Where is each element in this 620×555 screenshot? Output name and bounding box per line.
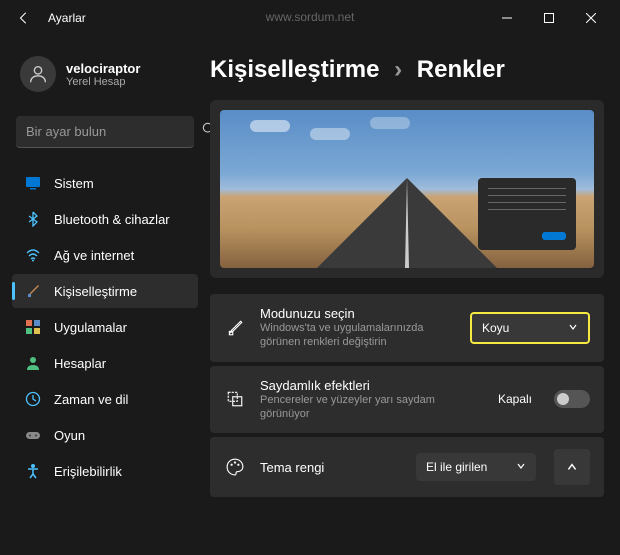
close-button[interactable]	[570, 2, 612, 34]
theme-preview	[210, 100, 604, 278]
wallpaper-preview	[220, 110, 594, 268]
user-type: Yerel Hesap	[66, 76, 140, 88]
sidebar-item-label: Bluetooth & cihazlar	[54, 212, 170, 227]
breadcrumb-parent[interactable]: Kişiselleştirme	[210, 56, 379, 83]
user-name: velociraptor	[66, 61, 140, 76]
main-content: Kişiselleştirme › Renkler Modunuzu seçi	[202, 36, 620, 555]
back-button[interactable]	[8, 2, 40, 34]
sidebar-item-label: Uygulamalar	[54, 320, 127, 335]
transparency-icon	[224, 388, 246, 410]
setting-desc: Windows'ta ve uygulamalarınızda görünen …	[260, 321, 456, 350]
bluetooth-icon	[24, 210, 42, 228]
palette-icon	[224, 456, 246, 478]
sidebar-item-gaming[interactable]: Oyun	[12, 418, 198, 452]
sidebar-item-time[interactable]: Zaman ve dil	[12, 382, 198, 416]
mini-window-preview	[478, 178, 576, 250]
setting-title: Modunuzu seçin	[260, 306, 456, 321]
dropdown-value: El ile girilen	[426, 460, 487, 474]
sidebar-item-accounts[interactable]: Hesaplar	[12, 346, 198, 380]
expand-button[interactable]	[554, 449, 590, 485]
nav: Sistem Bluetooth & cihazlar Ağ ve intern…	[12, 164, 202, 555]
transparency-toggle[interactable]	[554, 390, 590, 408]
sidebar-item-personalization[interactable]: Kişiselleştirme	[12, 274, 198, 308]
clock-icon	[24, 390, 42, 408]
toggle-state: Kapalı	[498, 392, 532, 406]
watermark: www.sordum.net	[266, 10, 355, 24]
sidebar-item-label: Oyun	[54, 428, 85, 443]
setting-transparency: Saydamlık efektleri Pencereler ve yüzeyl…	[210, 366, 604, 434]
sidebar-item-apps[interactable]: Uygulamalar	[12, 310, 198, 344]
chevron-down-icon	[516, 460, 526, 474]
app-title: Ayarlar	[48, 11, 86, 25]
sidebar-item-label: Hesaplar	[54, 356, 106, 371]
window-controls	[486, 2, 612, 34]
sidebar-item-bluetooth[interactable]: Bluetooth & cihazlar	[12, 202, 198, 236]
sidebar-item-network[interactable]: Ağ ve internet	[12, 238, 198, 272]
dropdown-value: Koyu	[482, 321, 509, 335]
chevron-down-icon	[568, 321, 578, 335]
search-box[interactable]	[16, 116, 194, 148]
search-input[interactable]	[26, 124, 202, 139]
setting-title: Saydamlık efektleri	[260, 378, 484, 393]
apps-icon	[24, 318, 42, 336]
chevron-right-icon: ›	[394, 56, 402, 83]
sidebar-item-label: Ağ ve internet	[54, 248, 134, 263]
sidebar-item-label: Kişiselleştirme	[54, 284, 137, 299]
monitor-icon	[24, 174, 42, 192]
setting-mode: Modunuzu seçin Windows'ta ve uygulamalar…	[210, 294, 604, 362]
sidebar-item-system[interactable]: Sistem	[12, 166, 198, 200]
sidebar: velociraptor Yerel Hesap Sistem Bluetoot…	[0, 36, 202, 555]
breadcrumb-current: Renkler	[417, 56, 505, 83]
setting-desc: Pencereler ve yüzeyler yarı saydam görün…	[260, 393, 484, 422]
person-icon	[24, 354, 42, 372]
avatar	[20, 56, 56, 92]
setting-accent: Tema rengi El ile girilen	[210, 437, 604, 497]
mode-dropdown[interactable]: Koyu	[470, 312, 590, 344]
sidebar-item-label: Erişilebilirlik	[54, 464, 122, 479]
sidebar-item-accessibility[interactable]: Erişilebilirlik	[12, 454, 198, 488]
brush-icon	[224, 317, 246, 339]
titlebar: Ayarlar www.sordum.net	[0, 0, 620, 36]
brush-icon	[24, 282, 42, 300]
gamepad-icon	[24, 426, 42, 444]
accessibility-icon	[24, 462, 42, 480]
sidebar-item-label: Zaman ve dil	[54, 392, 128, 407]
sidebar-item-label: Sistem	[54, 176, 94, 191]
setting-title: Tema rengi	[260, 460, 402, 475]
maximize-button[interactable]	[528, 2, 570, 34]
accent-dropdown[interactable]: El ile girilen	[416, 453, 536, 481]
minimize-button[interactable]	[486, 2, 528, 34]
breadcrumb: Kişiselleştirme › Renkler	[210, 56, 604, 84]
user-block[interactable]: velociraptor Yerel Hesap	[12, 48, 202, 100]
wifi-icon	[24, 246, 42, 264]
